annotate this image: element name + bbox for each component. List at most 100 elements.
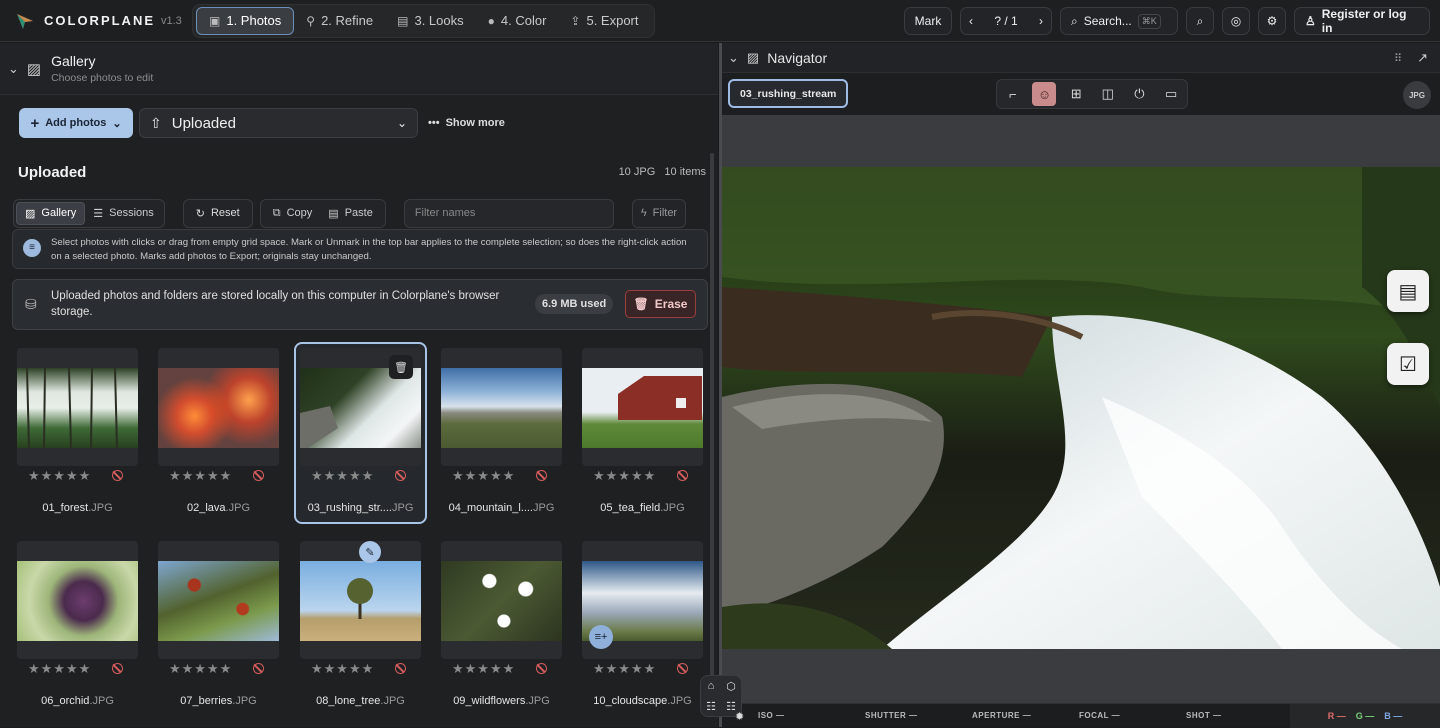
star-rating[interactable]: ★★★★★ <box>452 468 515 484</box>
copy-icon: ⧉ <box>272 206 281 219</box>
scene-icon[interactable]: ⌂ <box>708 680 715 692</box>
reject-icon[interactable] <box>395 663 406 674</box>
gallery-view-tab[interactable]: ▨ Gallery <box>16 201 86 225</box>
frame-icon[interactable]: ▭ <box>1159 82 1183 106</box>
item-count: 10 items <box>664 166 706 178</box>
reset-label: Reset <box>210 207 240 219</box>
tab-color[interactable]: ● 4. Color <box>476 7 559 35</box>
photo-card[interactable]: ★★★★★ 06_orchid.JPG <box>17 535 139 715</box>
filter-button[interactable]: ϟ Filter <box>631 198 687 228</box>
paste-button[interactable]: ▤ Paste <box>320 202 381 225</box>
mark-button[interactable]: Mark <box>904 7 952 35</box>
filter-label: Filter <box>652 207 678 219</box>
reject-icon[interactable] <box>395 470 406 481</box>
storage-used-badge: 6.9 MB used <box>535 294 614 314</box>
navigator-header[interactable]: ⌄ ▨ Navigator ⠿ ↗ <box>722 43 1440 73</box>
source-value: Uploaded <box>171 114 236 132</box>
trash-icon: 🗑 <box>633 297 649 311</box>
reject-icon[interactable] <box>677 470 688 481</box>
delete-photo-button[interactable]: 🗑 <box>389 355 413 379</box>
target-button[interactable]: ◎ <box>1222 7 1250 35</box>
tab-photos[interactable]: ▣ 1. Photos <box>196 6 295 35</box>
split-view-icon[interactable]: ◫ <box>1096 82 1120 106</box>
upload-icon: ⇧ <box>150 114 162 131</box>
expand-icon[interactable]: ↗ <box>1417 50 1428 66</box>
reject-icon[interactable] <box>677 663 688 674</box>
power-icon[interactable]: ⏻ <box>1127 82 1151 106</box>
show-more-button[interactable]: ••• Show more <box>428 117 505 129</box>
star-rating[interactable]: ★★★★★ <box>593 661 656 677</box>
checklist-button[interactable]: ☑ <box>1387 343 1429 385</box>
photo-card[interactable]: ★★★★★ 07_berries.JPG <box>158 535 280 715</box>
tab-refine[interactable]: ⚲ 2. Refine <box>294 7 385 35</box>
edit-badge[interactable]: ✎ <box>359 541 381 563</box>
collapse-chevron-icon[interactable]: ⌄ <box>728 50 739 66</box>
photo-card[interactable]: ★★★★★ 05_tea_field.JPG <box>582 342 704 522</box>
image-viewer[interactable]: ▤ ☑ <box>722 115 1440 703</box>
reset-button[interactable]: ↻ Reset <box>182 198 253 228</box>
settings-button[interactable]: ⚙ <box>1258 7 1286 35</box>
prev-icon[interactable]: ‹ <box>969 14 973 28</box>
photo-card[interactable]: ★★★★★ 09_wildflowers.JPG <box>441 535 563 715</box>
drag-handle-icon[interactable]: ⠿ <box>1394 52 1402 65</box>
photo-thumbnail <box>300 368 421 448</box>
photo-card[interactable]: ≡+ ★★★★★ 10_cloudscape.JPG <box>582 535 704 715</box>
file-name: 01_forest.JPG <box>17 502 138 514</box>
reject-icon[interactable] <box>253 663 264 674</box>
add-to-export-badge[interactable]: ≡+ <box>589 625 613 649</box>
wand-icon: ⚲ <box>306 13 316 28</box>
filter-names-input[interactable]: Filter names <box>403 198 614 228</box>
gallery-scrollbar[interactable] <box>710 153 714 713</box>
search-button[interactable]: ⌕ Search... ⌘K <box>1060 7 1178 35</box>
next-icon[interactable]: › <box>1039 14 1043 28</box>
photo-thumbnail <box>17 561 138 641</box>
crop-icon[interactable]: ⌐ <box>1001 82 1025 106</box>
tab-label: 3. Looks <box>414 13 464 28</box>
reject-icon[interactable] <box>112 470 123 481</box>
zoom-search-button[interactable]: ⌕ <box>1186 7 1214 35</box>
tab-export[interactable]: ⇪ 5. Export <box>558 7 650 35</box>
photo-card[interactable]: ★★★★★ 02_lava.JPG <box>158 342 280 522</box>
app-logo[interactable]: COLORPLANE v1.3 <box>14 10 192 32</box>
file-ext: .JPG <box>89 695 114 707</box>
current-file-chip[interactable]: 03_rushing_stream <box>728 79 849 108</box>
register-button[interactable]: ♙ Register or log in <box>1294 7 1430 35</box>
star-rating[interactable]: ★★★★★ <box>311 468 374 484</box>
star-rating[interactable]: ★★★★★ <box>593 468 656 484</box>
gallery-header[interactable]: ⌄ ▨ Gallery Choose photos to edit <box>0 43 718 95</box>
logo-icon <box>14 10 36 32</box>
star-rating[interactable]: ★★★★★ <box>28 661 91 677</box>
photo-card[interactable]: ★★★★★ 04_mountain_l....JPG <box>441 342 563 522</box>
notes-button[interactable]: ▤ <box>1387 270 1429 312</box>
cube-icon[interactable]: ⬡ <box>726 680 736 693</box>
add-photos-button[interactable]: + Add photos ⌄ <box>19 108 133 138</box>
sessions-view-tab[interactable]: ☰ Sessions <box>85 202 162 225</box>
erase-button[interactable]: 🗑 Erase <box>625 290 696 318</box>
reject-icon[interactable] <box>536 663 547 674</box>
photo-card-selected[interactable]: 🗑 ★★★★★ 03_rushing_str....JPG <box>294 342 427 524</box>
face-icon[interactable]: ☺ <box>1032 82 1057 106</box>
stack-icon[interactable]: ☷ <box>706 700 716 713</box>
reject-icon[interactable] <box>253 470 264 481</box>
star-rating[interactable]: ★★★★★ <box>169 661 232 677</box>
erase-label: Erase <box>654 297 688 311</box>
main-photo[interactable] <box>722 167 1440 649</box>
brightness-icon[interactable]: ✹ <box>735 710 744 723</box>
star-rating[interactable]: ★★★★★ <box>311 661 374 677</box>
file-name: 08_lone_tree.JPG <box>300 695 421 707</box>
star-rating[interactable]: ★★★★★ <box>28 468 91 484</box>
tab-label: 5. Export <box>586 13 639 28</box>
compare-grid-icon[interactable]: ⊞ <box>1064 82 1088 106</box>
bolt-icon: ϟ <box>640 207 647 219</box>
photo-card[interactable]: ★★★★★ 01_forest.JPG <box>17 342 139 522</box>
photo-card[interactable]: ✎ ★★★★★ 08_lone_tree.JPG <box>300 535 422 715</box>
source-select[interactable]: ⇧ Uploaded ⌄ <box>139 108 418 138</box>
copy-button[interactable]: ⧉ Copy <box>265 202 321 225</box>
star-rating[interactable]: ★★★★★ <box>452 661 515 677</box>
reject-icon[interactable] <box>112 663 123 674</box>
reject-icon[interactable] <box>536 470 547 481</box>
collapse-chevron-icon[interactable]: ⌄ <box>8 61 19 77</box>
tab-looks[interactable]: ▤ 3. Looks <box>385 7 476 35</box>
star-rating[interactable]: ★★★★★ <box>169 468 232 484</box>
blue-value: B — <box>1384 711 1403 721</box>
